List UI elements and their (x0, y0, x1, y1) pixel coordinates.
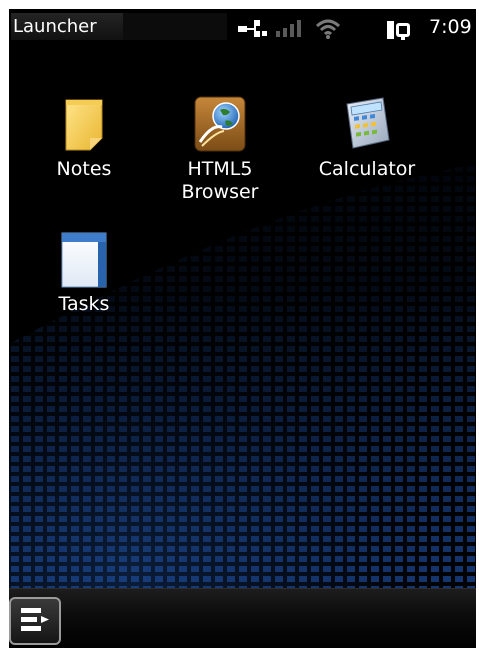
app-notes-label: Notes (56, 158, 112, 180)
network-connection-icon[interactable] (236, 18, 270, 38)
start-menu-button[interactable] (9, 597, 61, 645)
wifi-icon[interactable] (315, 18, 341, 40)
app-calculator[interactable]: Calculator (307, 94, 427, 181)
start-menu-icon (21, 608, 49, 631)
app-calculator-label: Calculator (318, 158, 416, 180)
app-notes[interactable]: Notes (24, 94, 144, 181)
app-html5-browser-label: HTML5 Browser (181, 158, 259, 203)
clock[interactable]: 7:09 (429, 14, 472, 41)
calculator-icon (346, 97, 390, 149)
app-html5-browser[interactable]: HTML5 Browser (160, 94, 280, 204)
device-screen: Launcher 7:09 Notes HTML5 Browser Calcul… (9, 9, 476, 648)
power-plug-icon[interactable] (384, 18, 414, 42)
tasks-icon (61, 232, 107, 288)
browser-globe-icon (194, 96, 246, 152)
taskbar (9, 588, 476, 648)
notes-icon (65, 99, 103, 151)
app-title[interactable]: Launcher (11, 13, 123, 40)
desktop: Notes HTML5 Browser Calculator Tasks (9, 44, 476, 588)
app-tasks[interactable]: Tasks (24, 229, 144, 316)
status-bar: Launcher 7:09 (9, 9, 476, 44)
app-tasks-label: Tasks (58, 293, 110, 315)
title-bar-filler (123, 13, 227, 40)
signal-strength-icon[interactable] (275, 18, 305, 38)
